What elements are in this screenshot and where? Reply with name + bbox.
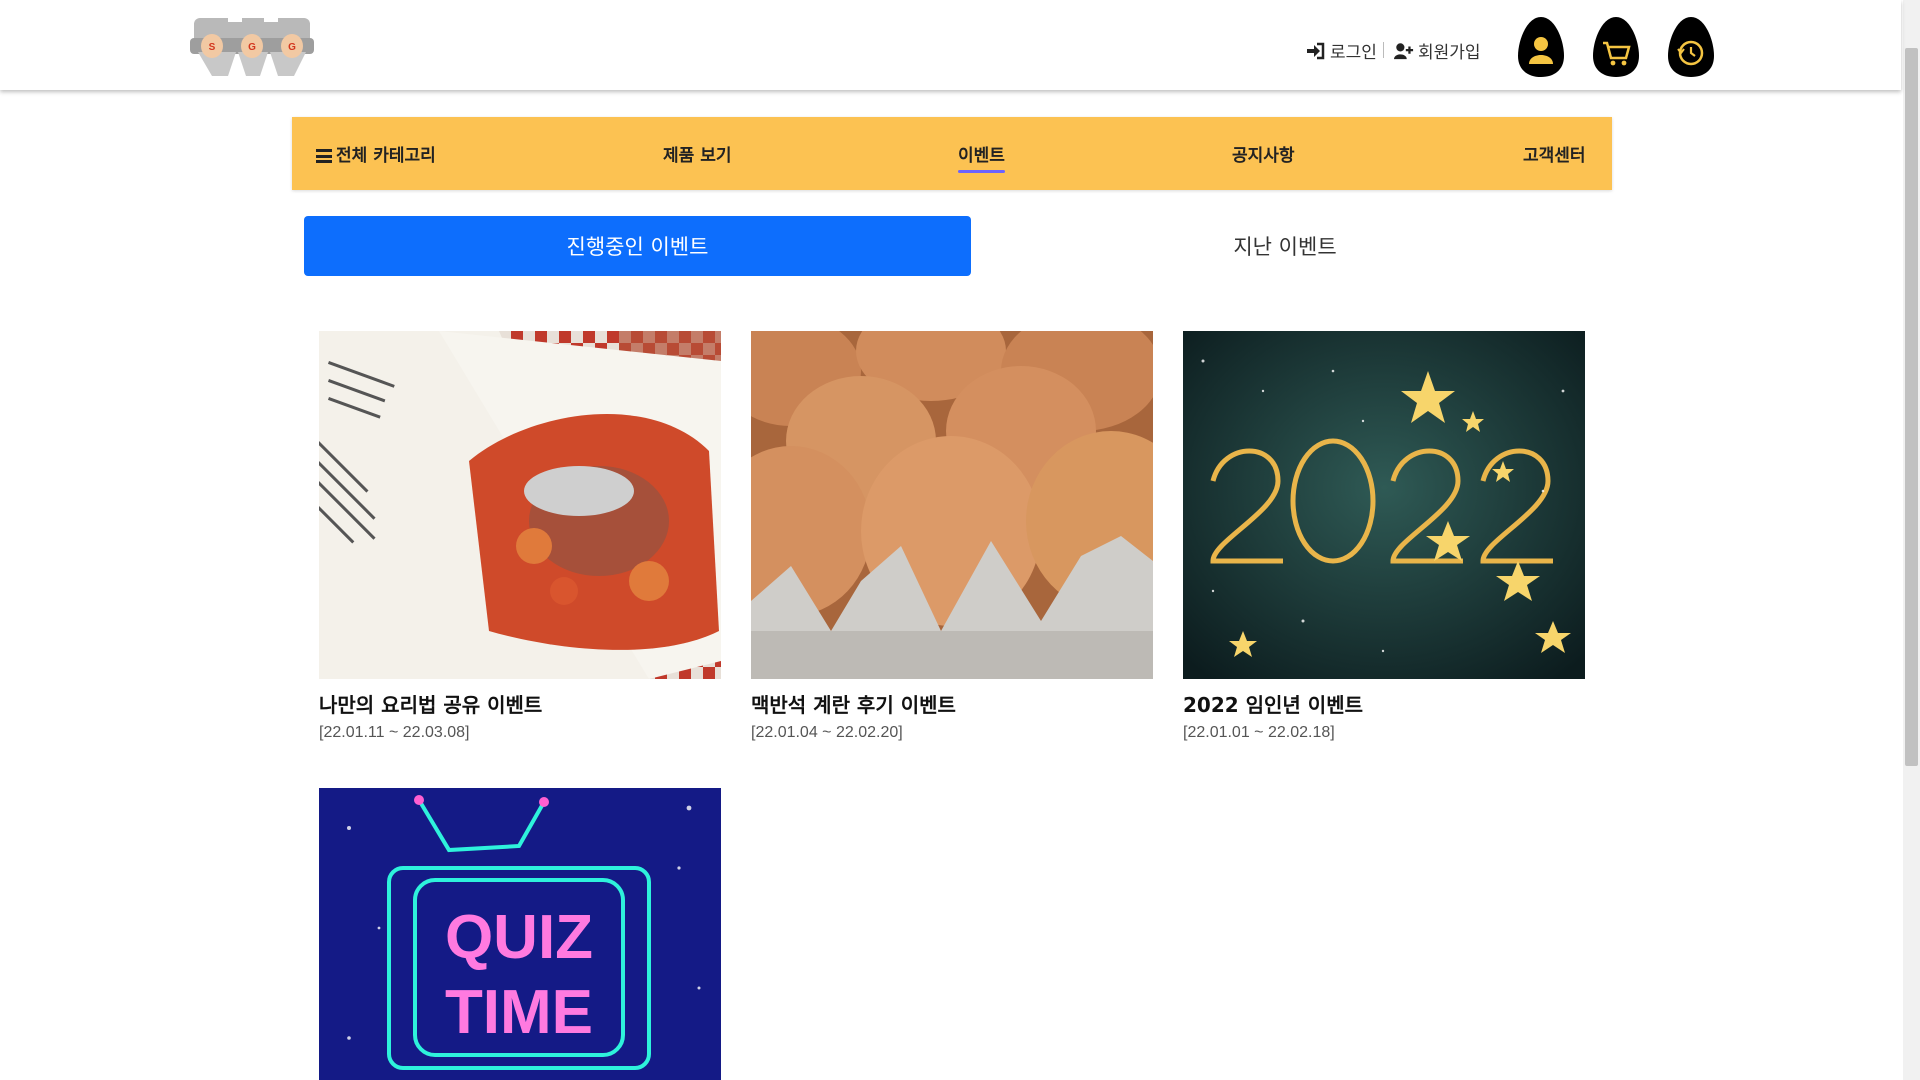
user-plus-icon bbox=[1394, 42, 1414, 59]
recent-egg-icon[interactable] bbox=[1667, 16, 1715, 78]
login-link[interactable]: 로그인 bbox=[1306, 38, 1377, 63]
event-date: [22.01.04 ~ 22.02.20] bbox=[751, 724, 903, 741]
logo-letter-1: S bbox=[209, 42, 216, 53]
nav-products[interactable]: 제품 보기 bbox=[663, 141, 731, 166]
scrollbar-thumb[interactable] bbox=[1905, 48, 1918, 766]
time-text: TIME bbox=[445, 978, 593, 1047]
page-scrollbar[interactable] bbox=[1903, 0, 1920, 1080]
signup-label: 회원가입 bbox=[1418, 43, 1481, 63]
login-label: 로그인 bbox=[1330, 43, 1377, 63]
mypage-egg-icon[interactable] bbox=[1517, 16, 1565, 78]
event-card[interactable]: 2022 임인년 이벤트 [22.01.01 ~ 22.02.18] bbox=[1183, 331, 1585, 742]
nav-events[interactable]: 이벤트 bbox=[958, 141, 1005, 173]
new-year-2022-image bbox=[1183, 331, 1585, 679]
event-title: 맥반석 계란 후기 이벤트 bbox=[751, 693, 956, 717]
sign-in-icon bbox=[1307, 42, 1325, 59]
event-card[interactable]: QUIZ TIME bbox=[319, 788, 721, 1080]
nav-all-categories-label: 전체 카테고리 bbox=[336, 146, 436, 166]
quiz-text: QUIZ bbox=[445, 903, 593, 972]
quiz-time-image: QUIZ TIME bbox=[319, 788, 721, 1080]
recipe-book-image bbox=[319, 331, 721, 679]
event-date: [22.01.11 ~ 22.03.08] bbox=[319, 724, 470, 741]
logo[interactable]: S G G bbox=[190, 16, 314, 78]
logo-letter-3: G bbox=[288, 42, 296, 53]
nav-notice[interactable]: 공지사항 bbox=[1232, 141, 1295, 166]
event-card[interactable]: 맥반석 계란 후기 이벤트 [22.01.04 ~ 22.02.20] bbox=[751, 331, 1153, 742]
event-date: [22.01.01 ~ 22.02.18] bbox=[1183, 724, 1335, 741]
event-card[interactable]: 나만의 요리법 공유 이벤트 [22.01.11 ~ 22.03.08] bbox=[319, 331, 721, 742]
category-navbar: 전체 카테고리 제품 보기 이벤트 공지사항 고객센터 bbox=[292, 117, 1612, 190]
eggs-image bbox=[751, 331, 1153, 679]
tab-ongoing-events[interactable]: 진행중인 이벤트 bbox=[304, 216, 971, 276]
event-title: 2022 임인년 이벤트 bbox=[1183, 693, 1363, 717]
logo-letter-2: G bbox=[248, 42, 256, 53]
hamburger-icon bbox=[316, 149, 332, 163]
site-header: S G G 로그인 회원가입 bbox=[0, 0, 1901, 90]
tab-past-events[interactable]: 지난 이벤트 bbox=[971, 216, 1599, 276]
signup-link[interactable]: 회원가입 bbox=[1394, 38, 1481, 63]
nav-customer-center[interactable]: 고객센터 bbox=[1523, 141, 1586, 166]
auth-divider bbox=[1383, 42, 1384, 58]
cart-egg-icon[interactable] bbox=[1592, 16, 1640, 78]
nav-all-categories[interactable]: 전체 카테고리 bbox=[316, 141, 436, 166]
event-title: 나만의 요리법 공유 이벤트 bbox=[319, 693, 543, 717]
